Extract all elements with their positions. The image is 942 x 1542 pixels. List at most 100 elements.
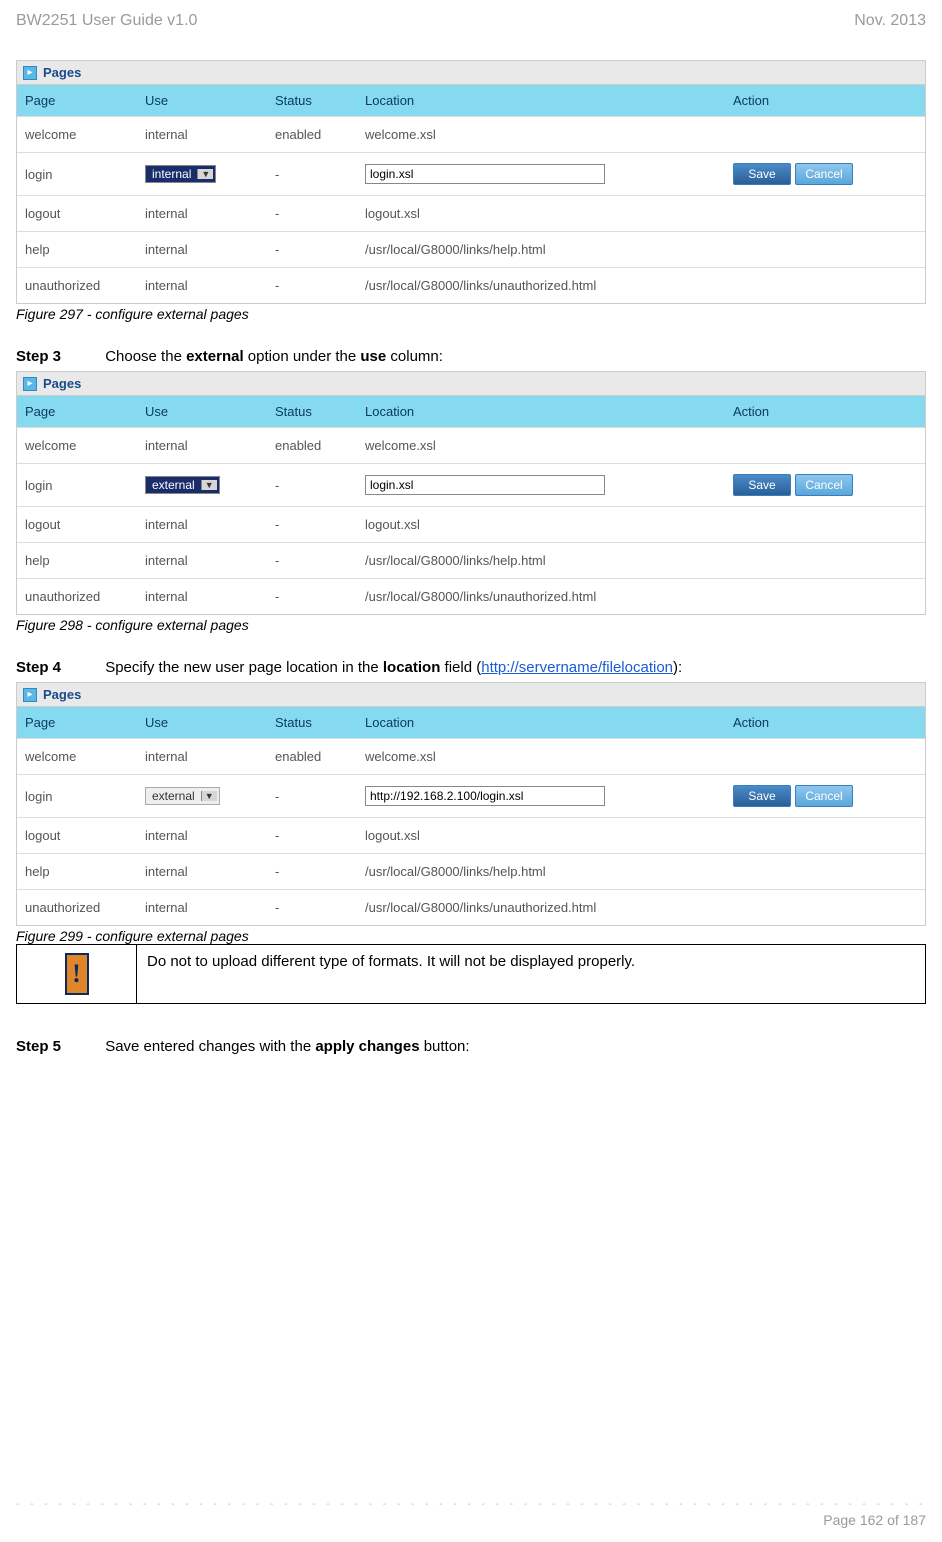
use-select[interactable]: external▼ <box>145 787 220 805</box>
col-header-action: Action <box>725 707 925 738</box>
use-select[interactable]: external▼ <box>145 476 220 494</box>
table-row: helpinternal-/usr/local/G8000/links/help… <box>17 542 925 578</box>
col-header-location: Location <box>357 396 725 427</box>
table-row: helpinternal-/usr/local/G8000/links/help… <box>17 853 925 889</box>
cell-use: internal <box>137 232 267 267</box>
cell-status: enabled <box>267 117 357 152</box>
location-input[interactable] <box>365 786 605 806</box>
cancel-button[interactable]: Cancel <box>795 474 853 496</box>
cell-location <box>357 153 725 195</box>
panel-title: Pages <box>43 687 81 702</box>
table-row: logoutinternal-logout.xsl <box>17 506 925 542</box>
step-label: Step 3 <box>16 348 61 365</box>
col-header-status: Status <box>267 396 357 427</box>
cell-page: unauthorized <box>17 579 137 614</box>
cell-location: logout.xsl <box>357 507 725 542</box>
cell-action <box>725 268 925 303</box>
save-button[interactable]: Save <box>733 474 791 496</box>
step-label: Step 4 <box>16 659 61 676</box>
step-text: Specify the new user page location in th… <box>105 659 682 676</box>
cell-use: internal <box>137 507 267 542</box>
use-select[interactable]: internal ▼ <box>145 165 216 183</box>
cell-location: /usr/local/G8000/links/unauthorized.html <box>357 890 725 925</box>
col-header-status: Status <box>267 707 357 738</box>
table-row: loginexternal▼-SaveCancel <box>17 463 925 506</box>
step4-line: Step 4 Specify the new user page locatio… <box>16 659 926 676</box>
save-button[interactable]: Save <box>733 785 791 807</box>
cell-page: welcome <box>17 117 137 152</box>
save-button[interactable]: Save <box>733 163 791 185</box>
footer-separator: - - - - - - - - - - - - - - - - - - - - … <box>16 1499 926 1510</box>
column-header-row: Page Use Status Location Action <box>17 707 925 738</box>
cell-status: - <box>267 543 357 578</box>
cell-location: welcome.xsl <box>357 428 725 463</box>
arrow-right-icon: ▸ <box>23 688 37 702</box>
cell-action <box>725 428 925 463</box>
chevron-down-icon[interactable]: ▼ <box>197 169 213 179</box>
table-row: unauthorizedinternal-/usr/local/G8000/li… <box>17 578 925 614</box>
cell-location: welcome.xsl <box>357 117 725 152</box>
warning-text: Do not to upload different type of forma… <box>137 945 925 1003</box>
cell-location: /usr/local/G8000/links/unauthorized.html <box>357 268 725 303</box>
cell-use: internal <box>137 854 267 889</box>
cell-location: /usr/local/G8000/links/unauthorized.html <box>357 579 725 614</box>
cell-use: internal <box>137 818 267 853</box>
cell-action <box>725 818 925 853</box>
col-header-location: Location <box>357 707 725 738</box>
example-url-link[interactable]: http://servername/filelocation <box>481 659 673 676</box>
cell-page: logout <box>17 196 137 231</box>
col-header-page: Page <box>17 85 137 116</box>
page-number: Page 162 of 187 <box>16 1512 926 1528</box>
col-header-location: Location <box>357 85 725 116</box>
cell-status: - <box>267 232 357 267</box>
cell-action <box>725 196 925 231</box>
panel-header: ▸ Pages <box>17 372 925 396</box>
column-header-row: Page Use Status Location Action <box>17 396 925 427</box>
panel-title: Pages <box>43 65 81 80</box>
cancel-button[interactable]: Cancel <box>795 785 853 807</box>
cell-use: internal <box>137 428 267 463</box>
cell-action <box>725 854 925 889</box>
step-text: Save entered changes with the apply chan… <box>105 1038 469 1055</box>
doc-title: BW2251 User Guide v1.0 <box>16 12 197 30</box>
location-input[interactable] <box>365 475 605 495</box>
cell-action <box>725 117 925 152</box>
col-header-action: Action <box>725 396 925 427</box>
col-header-page: Page <box>17 396 137 427</box>
cell-use: internal <box>137 890 267 925</box>
step-label: Step 5 <box>16 1038 61 1055</box>
chevron-down-icon[interactable]: ▼ <box>201 480 217 490</box>
table-row: logoutinternal-logout.xsl <box>17 195 925 231</box>
cancel-button[interactable]: Cancel <box>795 163 853 185</box>
cell-status: enabled <box>267 739 357 774</box>
col-header-page: Page <box>17 707 137 738</box>
panel-header: ▸ Pages <box>17 683 925 707</box>
warning-icon: ! <box>65 953 89 995</box>
cell-action <box>725 543 925 578</box>
cell-page: unauthorized <box>17 890 137 925</box>
cell-action <box>725 507 925 542</box>
table-row: logininternal▼-SaveCancel <box>17 152 925 195</box>
cell-use: internal ▼ <box>137 153 267 195</box>
cell-location: logout.xsl <box>357 196 725 231</box>
col-header-use: Use <box>137 707 267 738</box>
pages-panel-fig298: ▸ Pages Page Use Status Location Action … <box>16 371 926 615</box>
table-row: welcomeinternalenabledwelcome.xsl <box>17 738 925 774</box>
cell-page: help <box>17 232 137 267</box>
cell-use: internal <box>137 268 267 303</box>
col-header-status: Status <box>267 85 357 116</box>
cell-action: SaveCancel <box>725 775 925 817</box>
col-header-use: Use <box>137 396 267 427</box>
arrow-right-icon: ▸ <box>23 66 37 80</box>
cell-action: SaveCancel <box>725 153 925 195</box>
cell-action <box>725 232 925 267</box>
cell-page: help <box>17 854 137 889</box>
cell-status: - <box>267 775 357 817</box>
location-input[interactable] <box>365 164 605 184</box>
cell-location <box>357 464 725 506</box>
col-header-use: Use <box>137 85 267 116</box>
cell-status: - <box>267 854 357 889</box>
use-select-value: internal <box>152 167 191 181</box>
figure-caption: Figure 297 - configure external pages <box>16 306 926 322</box>
chevron-down-icon[interactable]: ▼ <box>201 791 217 801</box>
